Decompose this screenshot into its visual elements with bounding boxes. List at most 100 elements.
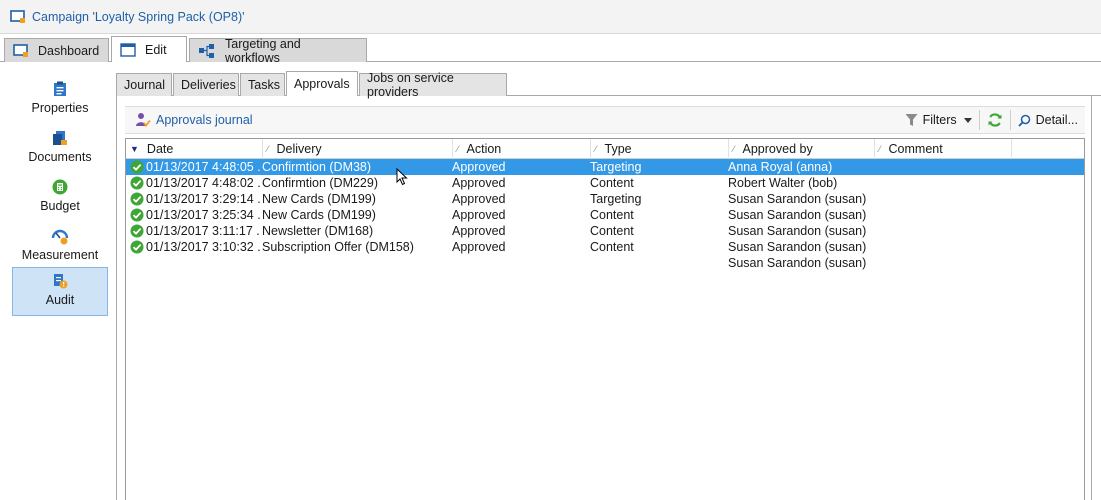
cell-approved-by: Anna Royal (anna) bbox=[728, 160, 833, 174]
table-row[interactable]: 01/13/2017 4:48:02 ... Confirmtion (DM229… bbox=[126, 175, 1084, 191]
cell-type: Content bbox=[590, 240, 634, 254]
cell-comment bbox=[886, 255, 1011, 271]
column-header-approved-by[interactable]: ⁄ Approved by bbox=[728, 139, 874, 159]
cell-approved-by: Susan Sarandon (susan) bbox=[728, 256, 867, 270]
cell-action: Approved bbox=[452, 160, 506, 174]
cell-action: Approved bbox=[452, 224, 506, 238]
column-header-date[interactable]: ▼ Date bbox=[126, 139, 262, 159]
filters-label: Filters bbox=[922, 113, 957, 127]
table-body: 01/13/2017 4:48:05 ... Confirmtion (DM38)… bbox=[126, 159, 1084, 271]
sidebar-item-label: Budget bbox=[40, 199, 80, 213]
dashboard-icon bbox=[13, 43, 29, 59]
detail-button[interactable]: Detail... bbox=[1011, 107, 1085, 133]
cell-type: Content bbox=[590, 224, 634, 238]
tab-dashboard[interactable]: Dashboard bbox=[4, 38, 109, 62]
refresh-button[interactable] bbox=[980, 107, 1010, 133]
magnifier-icon bbox=[1017, 114, 1031, 127]
cell-delivery: Subscription Offer (DM158) bbox=[262, 240, 414, 254]
tab-label: Tasks bbox=[248, 78, 280, 92]
edit-icon bbox=[120, 42, 136, 58]
cell-date: 01/13/2017 3:11:17 ... bbox=[146, 224, 260, 238]
cell-date: 01/13/2017 3:10:32 ... bbox=[146, 240, 260, 254]
approvals-table: ▼ Date ⁄ Delivery ⁄ Action ⁄ Type ⁄ Appr… bbox=[125, 138, 1085, 500]
table-row[interactable]: 01/13/2017 3:10:32 ... Subscription Offer… bbox=[126, 239, 1084, 255]
table-row[interactable]: Susan Sarandon (susan) bbox=[126, 255, 1084, 271]
cell-date: 01/13/2017 3:29:14 ... bbox=[146, 192, 260, 206]
sidebar-item-label: Documents bbox=[28, 150, 92, 164]
approved-check-icon bbox=[130, 192, 144, 206]
column-header-type[interactable]: ⁄ Type bbox=[590, 139, 728, 159]
detail-label: Detail... bbox=[1035, 113, 1078, 127]
cell-approved-by: Robert Walter (bob) bbox=[728, 176, 838, 190]
sidebar-item-properties[interactable]: Properties bbox=[12, 76, 108, 122]
column-header-delivery[interactable]: ⁄ Delivery bbox=[262, 139, 452, 159]
top-tab-bar: Dashboard Edit Targeting and workflows bbox=[0, 36, 1101, 65]
table-row[interactable]: 01/13/2017 3:29:14 ... New Cards (DM199) A… bbox=[126, 191, 1084, 207]
column-label: Delivery bbox=[276, 142, 322, 156]
tab-jobs-service-providers[interactable]: Jobs on service providers bbox=[359, 71, 507, 99]
sort-icon: ⁄ bbox=[733, 144, 735, 154]
column-header-comment[interactable]: ⁄ Comment bbox=[874, 139, 1011, 159]
tab-journal[interactable]: Journal bbox=[116, 73, 172, 96]
window-title: Campaign 'Loyalty Spring Pack (OP8)' bbox=[32, 9, 245, 24]
title-bar: Campaign 'Loyalty Spring Pack (OP8)' bbox=[0, 0, 1101, 34]
sidebar-item-label: Audit bbox=[45, 293, 75, 307]
table-row[interactable]: 01/13/2017 4:48:05 ... Confirmtion (DM38)… bbox=[126, 159, 1084, 175]
properties-icon bbox=[53, 80, 67, 98]
approvals-journal-icon bbox=[135, 112, 151, 128]
table-row[interactable]: 01/13/2017 3:11:17 ... Newsletter (DM168)… bbox=[126, 223, 1084, 239]
subtab-bar: Journal Deliveries Tasks Approvals Jobs … bbox=[116, 71, 1101, 99]
cell-delivery: Confirmtion (DM229) bbox=[262, 176, 379, 190]
filters-button[interactable]: Filters bbox=[898, 107, 979, 133]
tab-label: Edit bbox=[145, 42, 167, 57]
cell-delivery: New Cards (DM199) bbox=[262, 208, 376, 222]
cell-approved-by: Susan Sarandon (susan) bbox=[728, 208, 867, 222]
approved-check-icon bbox=[130, 160, 144, 174]
cell-action: Approved bbox=[452, 208, 506, 222]
cell-delivery: Newsletter (DM168) bbox=[262, 224, 374, 238]
cell-approved-by: Susan Sarandon (susan) bbox=[728, 192, 867, 206]
tab-edit[interactable]: Edit bbox=[111, 36, 187, 62]
approved-check-icon bbox=[130, 208, 144, 222]
cell-action: Approved bbox=[452, 240, 506, 254]
refresh-icon bbox=[987, 112, 1003, 128]
cell-date: 01/13/2017 4:48:05 ... bbox=[146, 160, 260, 174]
tab-label: Jobs on service providers bbox=[367, 71, 454, 99]
cell-action bbox=[452, 255, 588, 271]
cell-approved-by: Susan Sarandon (susan) bbox=[728, 240, 867, 254]
cell-type: Content bbox=[590, 208, 634, 222]
column-label: Approved by bbox=[742, 142, 813, 156]
column-header-action[interactable]: ⁄ Action bbox=[452, 139, 590, 159]
table-row[interactable]: 01/13/2017 3:25:34 ... New Cards (DM199) A… bbox=[126, 207, 1084, 223]
tab-label: Targeting and workflows bbox=[225, 36, 301, 65]
column-label: Type bbox=[604, 142, 632, 156]
tab-deliveries[interactable]: Deliveries bbox=[173, 73, 239, 96]
budget-icon bbox=[52, 178, 68, 196]
cell-comment bbox=[886, 191, 1011, 207]
approvals-panel: Approvals journal Filters Detail... ▼ Da… bbox=[116, 96, 1092, 500]
documents-icon bbox=[52, 129, 68, 147]
tab-approvals[interactable]: Approvals bbox=[286, 71, 358, 96]
cell-type: Targeting bbox=[590, 160, 642, 174]
cell-approved-by: Susan Sarandon (susan) bbox=[728, 224, 867, 238]
sidebar-item-measurement[interactable]: Measurement bbox=[12, 223, 108, 269]
cell-date bbox=[146, 255, 260, 271]
tab-label: Deliveries bbox=[181, 78, 236, 92]
sidebar-item-documents[interactable]: Documents bbox=[12, 125, 108, 171]
column-label: Action bbox=[466, 142, 502, 156]
tab-targeting-workflows[interactable]: Targeting and workflows bbox=[189, 36, 367, 65]
cell-action: Approved bbox=[452, 192, 506, 206]
column-label: Comment bbox=[888, 142, 943, 156]
sidebar-item-budget[interactable]: Budget bbox=[12, 174, 108, 220]
chevron-down-icon bbox=[963, 117, 972, 123]
tab-tasks[interactable]: Tasks bbox=[240, 73, 285, 96]
mouse-cursor-icon bbox=[396, 167, 408, 189]
cell-date: 01/13/2017 4:48:02 ... bbox=[146, 176, 260, 190]
sidebar-item-audit[interactable]: Audit bbox=[12, 267, 108, 316]
sort-icon: ⁄ bbox=[267, 144, 269, 154]
sort-icon: ⁄ bbox=[595, 144, 597, 154]
tab-label: Approvals bbox=[294, 77, 350, 91]
approvals-journal-link[interactable]: Approvals journal bbox=[135, 112, 253, 128]
sort-icon: ⁄ bbox=[879, 144, 881, 154]
cell-type: Content bbox=[590, 176, 634, 190]
